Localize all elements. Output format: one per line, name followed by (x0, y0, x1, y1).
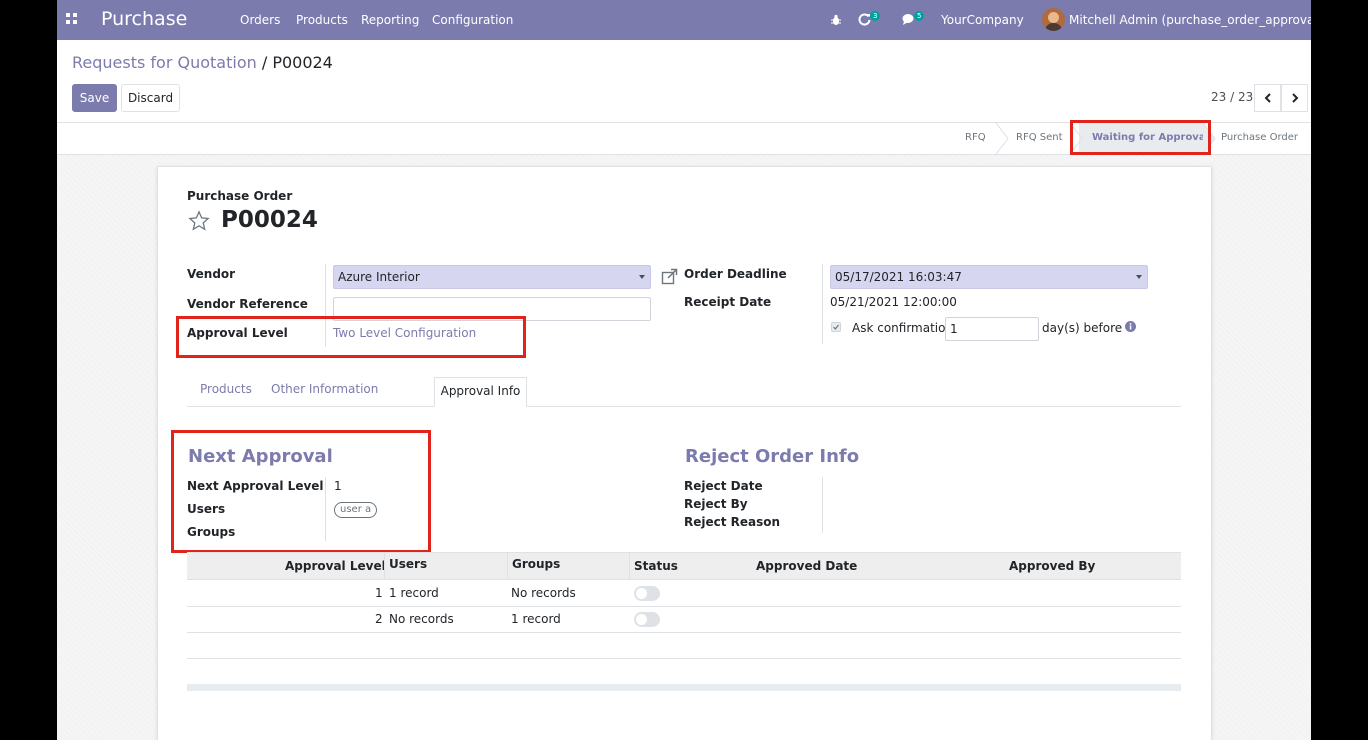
field-divider (325, 264, 326, 347)
cell-approval-level: 2 (375, 612, 383, 626)
tabs-border (187, 406, 1181, 407)
company-switcher[interactable]: YourCompany (941, 13, 1024, 27)
column-divider (507, 553, 508, 579)
stage-arrow-icon (995, 123, 1009, 154)
apps-menu-icon[interactable] (66, 13, 80, 27)
menu-orders[interactable]: Orders (240, 13, 280, 27)
table-empty-row (187, 633, 1181, 659)
menu-reporting[interactable]: Reporting (361, 13, 419, 27)
field-divider (822, 264, 823, 344)
days-before-label: day(s) before (1042, 321, 1123, 335)
approval-level-link[interactable]: Two Level Configuration (333, 326, 476, 340)
order-deadline-value: 05/17/2021 16:03:47 (835, 270, 962, 284)
column-users[interactable]: Users (389, 557, 427, 571)
approval-level-label: Approval Level (187, 326, 288, 340)
chevron-left-icon (1264, 93, 1271, 103)
tab-approval-info[interactable]: Approval Info (434, 377, 527, 407)
user-avatar[interactable] (1042, 8, 1065, 31)
column-approved-date[interactable]: Approved Date (756, 559, 857, 573)
document-type-label: Purchase Order (187, 189, 293, 203)
activity-count-badge: 3 (870, 11, 881, 21)
external-link-icon[interactable] (661, 268, 678, 285)
stage-arrow-icon (1069, 123, 1083, 154)
vendor-reference-input[interactable] (333, 297, 651, 321)
breadcrumb-current: P00024 (272, 53, 333, 72)
chevron-right-icon (1291, 93, 1298, 103)
vendor-label: Vendor (187, 267, 236, 281)
tab-other-information[interactable]: Other Information (271, 382, 378, 396)
menu-products[interactable]: Products (296, 13, 348, 27)
status-toggle[interactable] (634, 612, 660, 627)
order-deadline-label: Order Deadline (684, 267, 787, 281)
top-navbar: Purchase Orders Products Reporting Confi… (57, 0, 1311, 40)
table-row[interactable]: 1 1 record No records (187, 581, 1181, 607)
discard-button[interactable]: Discard (121, 84, 180, 112)
menu-configuration[interactable]: Configuration (432, 13, 513, 27)
caret-down-icon (1136, 275, 1142, 279)
column-status[interactable]: Status (634, 559, 678, 573)
receipt-date-value: 05/21/2021 12:00:00 (830, 295, 957, 309)
pager-value[interactable]: 23 / 23 (1211, 90, 1253, 104)
receipt-date-label: Receipt Date (684, 295, 772, 309)
vendor-reference-label: Vendor Reference (187, 297, 308, 311)
stage-rfq-sent[interactable]: RFQ Sent (1016, 132, 1063, 143)
column-approved-by[interactable]: Approved By (1009, 559, 1095, 573)
reject-date-label: Reject Date (684, 479, 763, 493)
cell-users: No records (389, 612, 454, 626)
confirmation-days-input[interactable]: 1 (945, 317, 1039, 341)
tab-products[interactable]: Products (200, 382, 252, 396)
stage-rfq[interactable]: RFQ (965, 132, 986, 143)
breadcrumb-parent-link[interactable]: Requests for Quotation (72, 53, 257, 72)
pager-next-button[interactable] (1281, 84, 1308, 112)
save-button[interactable]: Save (72, 84, 117, 112)
reject-order-info-title: Reject Order Info (685, 446, 860, 467)
reject-reason-label: Reject Reason (684, 515, 781, 529)
next-approval-title: Next Approval (188, 446, 333, 467)
column-approval-level[interactable]: Approval Level (285, 559, 386, 573)
pager-previous-button[interactable] (1254, 84, 1281, 112)
debug-bug-icon[interactable] (830, 14, 842, 26)
info-icon[interactable] (1125, 321, 1136, 332)
app-window: Purchase Orders Products Reporting Confi… (57, 0, 1311, 740)
cell-groups: 1 record (511, 612, 561, 626)
status-bar: RFQ RFQ Sent Waiting for Approval Purcha… (57, 122, 1311, 155)
table-footer (187, 684, 1181, 691)
stage-purchase-order[interactable]: Purchase Order (1221, 132, 1298, 143)
field-divider (822, 477, 823, 533)
ask-confirmation-label: Ask confirmation (852, 321, 954, 335)
column-divider (384, 553, 385, 579)
vendor-field[interactable]: Azure Interior (333, 265, 651, 289)
column-groups[interactable]: Groups (512, 557, 560, 571)
favorite-star-icon[interactable] (188, 210, 210, 232)
breadcrumb-separator: / (256, 53, 273, 72)
message-count-badge: 5 (914, 11, 925, 21)
record-name: P00024 (221, 207, 318, 233)
stage-arrow-icon (1203, 123, 1216, 154)
column-divider (629, 553, 630, 579)
users-label: Users (187, 502, 226, 516)
cell-users: 1 record (389, 586, 439, 600)
breadcrumb: Requests for Quotation / P00024 (72, 53, 333, 72)
status-toggle[interactable] (634, 586, 660, 601)
cell-approval-level: 1 (375, 586, 383, 600)
vendor-value: Azure Interior (338, 270, 420, 284)
field-divider (325, 477, 326, 541)
app-brand[interactable]: Purchase (101, 8, 187, 30)
order-deadline-field[interactable]: 05/17/2021 16:03:47 (830, 265, 1148, 289)
stage-waiting-for-approval[interactable]: Waiting for Approval (1092, 132, 1209, 143)
user-tag[interactable]: user a (334, 502, 378, 518)
next-approval-level-value: 1 (334, 479, 342, 493)
next-approval-level-label: Next Approval Level (187, 479, 324, 493)
approval-table-header: Approval Level Users Groups Status Appro… (187, 552, 1181, 580)
caret-down-icon (639, 275, 645, 279)
ask-confirmation-checkbox[interactable] (831, 322, 841, 332)
reject-by-label: Reject By (684, 497, 748, 511)
cell-groups: No records (511, 586, 576, 600)
table-row[interactable]: 2 No records 1 record (187, 607, 1181, 633)
user-menu[interactable]: Mitchell Admin (purchase_order_approval1… (1069, 13, 1311, 27)
groups-label: Groups (187, 525, 236, 539)
